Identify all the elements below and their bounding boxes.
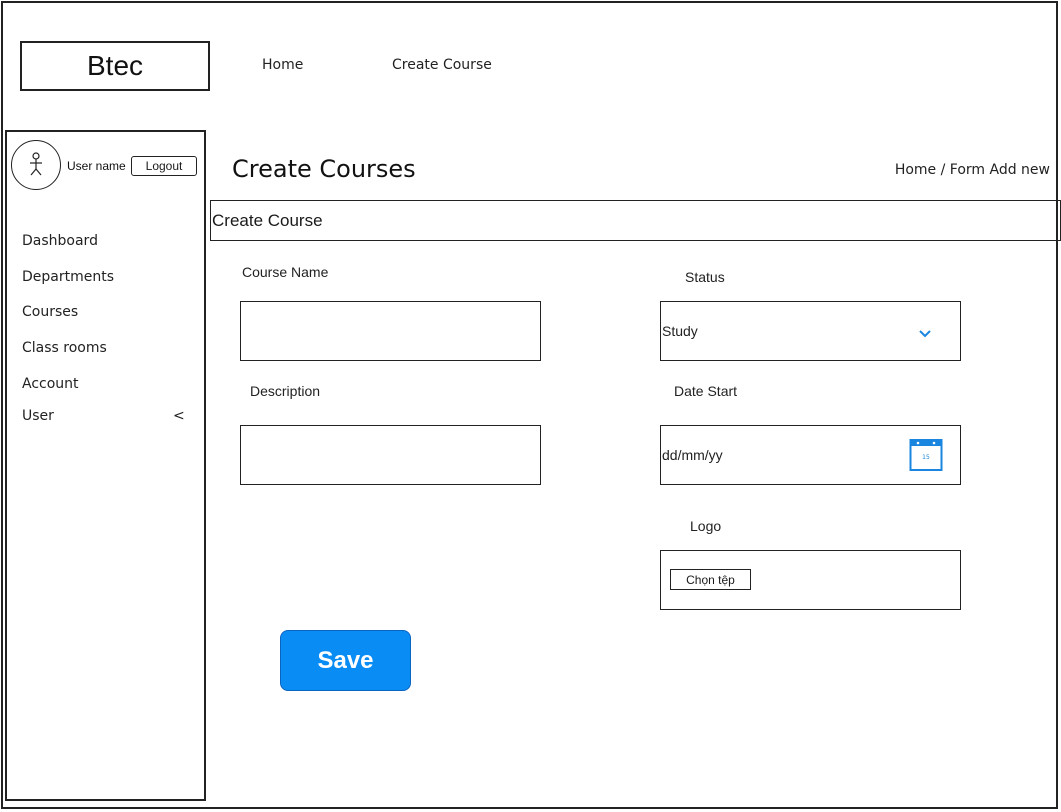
choose-file-button[interactable]: Chọn tệp — [670, 569, 751, 590]
status-select[interactable]: Study — [660, 301, 961, 361]
chevron-left-icon[interactable]: < — [173, 408, 185, 424]
avatar — [11, 140, 61, 190]
sidebar-item-departments[interactable]: Departments — [22, 269, 114, 285]
date-start-label: Date Start — [674, 383, 738, 399]
section-header: Create Course — [210, 200, 1061, 241]
logout-button[interactable]: Logout — [131, 156, 197, 176]
page-title: Create Courses — [232, 155, 416, 183]
nav-create-course-link[interactable]: Create Course — [392, 57, 492, 73]
course-name-label: Course Name — [242, 264, 329, 280]
description-input[interactable] — [240, 425, 541, 485]
chevron-down-icon[interactable] — [918, 329, 932, 339]
save-button[interactable]: Save — [280, 630, 411, 691]
logo: Btec — [20, 41, 210, 91]
calendar-icon[interactable]: 15 — [909, 438, 943, 472]
status-label: Status — [685, 269, 725, 285]
course-name-input[interactable] — [240, 301, 541, 361]
sidebar-item-dashboard[interactable]: Dashboard — [22, 233, 98, 249]
description-label: Description — [250, 383, 321, 399]
status-value: Study — [662, 323, 698, 339]
sidebar-item-account[interactable]: Account — [22, 376, 79, 392]
breadcrumb[interactable]: Home / Form Add new — [895, 162, 1050, 178]
logo-label: Logo — [690, 518, 722, 534]
user-name: User name — [67, 159, 126, 173]
sidebar-item-class-rooms[interactable]: Class rooms — [22, 340, 107, 356]
sidebar: User name Logout Dashboard Departments C… — [5, 130, 206, 801]
logo-file-input: Chọn tệp — [660, 550, 961, 610]
calendar-day: 15 — [922, 454, 930, 461]
sidebar-item-courses[interactable]: Courses — [22, 304, 78, 320]
sidebar-item-user[interactable]: User — [22, 408, 54, 424]
user-icon — [30, 152, 42, 176]
nav-home-link[interactable]: Home — [262, 57, 303, 73]
date-start-placeholder: dd/mm/yy — [662, 447, 723, 463]
date-start-input[interactable]: dd/mm/yy 15 — [660, 425, 961, 485]
